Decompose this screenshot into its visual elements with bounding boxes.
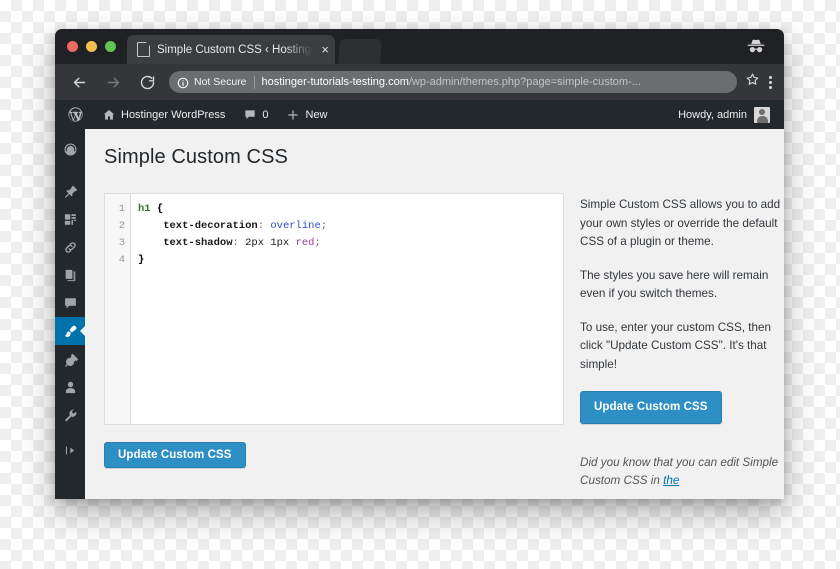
sidebar-item-plugins[interactable] (55, 345, 85, 373)
security-status: Not Secure (194, 76, 247, 88)
wp-body: Simple Custom CSS 1 2 3 4 h1 { text-deco… (55, 129, 784, 499)
comments-link[interactable]: 0 (234, 100, 277, 129)
browser-tab-strip: Simple Custom CSS ‹ Hostinger × (55, 29, 784, 64)
comments-count: 0 (262, 109, 268, 121)
update-custom-css-button-bottom-wrap: Update Custom CSS (104, 442, 564, 468)
browser-tab-active[interactable]: Simple Custom CSS ‹ Hostinger × (127, 35, 335, 64)
url-path: /wp-admin/themes.php?page=simple-custom-… (409, 76, 641, 88)
css-code-editor[interactable]: 1 2 3 4 h1 { text-decoration: overline; … (104, 193, 564, 425)
reload-button[interactable] (135, 70, 159, 94)
omnibox-divider (254, 76, 255, 89)
sidebar-item-media[interactable] (55, 205, 85, 233)
info-note-link[interactable]: the (663, 474, 679, 487)
browser-window: Simple Custom CSS ‹ Hostinger × (55, 29, 784, 499)
wordpress-logo-icon[interactable] (63, 100, 93, 129)
line-number-gutter: 1 2 3 4 (105, 194, 131, 424)
kebab-menu-icon[interactable] (768, 76, 772, 89)
avatar (754, 107, 770, 123)
sidebar-separator-1 (55, 163, 85, 177)
wordpress-admin: Hostinger WordPress 0 New Howdy, admin (55, 100, 784, 499)
info-paragraph-3: To use, enter your custom CSS, then clic… (580, 319, 784, 375)
page-title: Simple Custom CSS (104, 146, 784, 169)
sidebar-item-posts[interactable] (55, 177, 85, 205)
close-window-button[interactable] (67, 41, 78, 52)
wp-admin-sidebar (55, 129, 85, 499)
sidebar-item-tools[interactable] (55, 401, 85, 429)
collapse-menu-button[interactable] (55, 439, 85, 461)
browser-tab-inactive[interactable] (338, 39, 382, 64)
code-line: } (138, 252, 563, 269)
maximize-window-button[interactable] (105, 41, 116, 52)
info-note: Did you know that you can edit Simple Cu… (580, 454, 784, 491)
howdy-label: Howdy, admin (678, 109, 747, 121)
site-name-label: Hostinger WordPress (121, 109, 225, 121)
incognito-icon (744, 35, 768, 59)
page-icon (137, 42, 150, 57)
new-label: New (305, 109, 327, 121)
code-line: h1 { (138, 201, 563, 218)
info-paragraph-1: Simple Custom CSS allows you to add your… (580, 196, 784, 252)
account-menu[interactable]: Howdy, admin (678, 107, 772, 123)
sidebar-item-appearance[interactable] (55, 317, 85, 345)
update-custom-css-button[interactable]: Update Custom CSS (104, 442, 246, 468)
browser-tab-title: Simple Custom CSS ‹ Hostinger (157, 44, 317, 56)
info-circle-icon (177, 76, 189, 88)
editor-column: 1 2 3 4 h1 { text-decoration: overline; … (104, 193, 564, 491)
window-controls (67, 41, 116, 52)
minimize-window-button[interactable] (86, 41, 97, 52)
star-icon[interactable] (745, 72, 760, 92)
wp-main-content: Simple Custom CSS 1 2 3 4 h1 { text-deco… (85, 129, 784, 499)
code-line: text-decoration: overline; (138, 218, 563, 235)
forward-button[interactable] (101, 70, 125, 94)
url-host: hostinger-tutorials-testing.com (262, 76, 409, 88)
content-columns: 1 2 3 4 h1 { text-decoration: overline; … (104, 193, 784, 491)
sidebar-item-comments[interactable] (55, 289, 85, 317)
info-column: Simple Custom CSS allows you to add your… (580, 193, 784, 491)
browser-toolbar: Not Secure hostinger-tutorials-testing.c… (55, 64, 784, 100)
line-number: 1 (105, 201, 125, 218)
sidebar-item-users[interactable] (55, 373, 85, 401)
close-icon[interactable]: × (321, 43, 329, 56)
css-code-text[interactable]: h1 { text-decoration: overline; text-sha… (131, 194, 563, 424)
info-paragraph-2: The styles you save here will remain eve… (580, 267, 784, 304)
site-name-link[interactable]: Hostinger WordPress (93, 100, 234, 129)
sidebar-item-dashboard[interactable] (55, 135, 85, 163)
update-custom-css-button-sidebar[interactable]: Update Custom CSS (580, 391, 722, 424)
content-bottom-fade (85, 489, 784, 499)
new-content-link[interactable]: New (277, 100, 336, 129)
line-number: 4 (105, 252, 125, 269)
sidebar-item-links[interactable] (55, 233, 85, 261)
line-number: 2 (105, 218, 125, 235)
code-line: text-shadow: 2px 1px red; (138, 235, 563, 252)
sidebar-item-pages[interactable] (55, 261, 85, 289)
back-button[interactable] (67, 70, 91, 94)
wp-admin-bar: Hostinger WordPress 0 New Howdy, admin (55, 100, 784, 129)
url-text: hostinger-tutorials-testing.com/wp-admin… (262, 76, 729, 88)
line-number: 3 (105, 235, 125, 252)
address-bar[interactable]: Not Secure hostinger-tutorials-testing.c… (169, 71, 737, 93)
